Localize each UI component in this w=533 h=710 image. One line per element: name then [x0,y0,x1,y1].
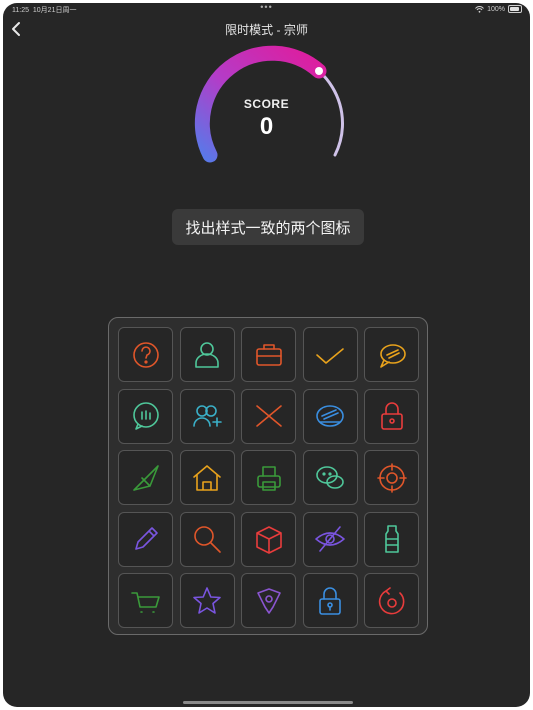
paper-plane-icon [132,464,159,491]
icon-tile[interactable] [118,573,173,628]
printer-icon [256,465,281,491]
package-icon [255,526,282,554]
wifi-icon [475,5,484,13]
bottle-icon [384,525,399,553]
info-chat-icon [132,402,159,430]
icon-tile[interactable] [118,327,173,382]
icon-tile[interactable] [302,573,358,628]
instruction-box: 找出样式一致的两个图标 [172,209,364,245]
icon-tile[interactable] [302,511,358,567]
status-bar: 11:25 10月21日周一 ••• 100% [3,3,530,15]
magnifier-icon [194,526,221,553]
icon-tile[interactable] [118,450,173,505]
icon-grid [108,317,428,635]
icon-tile[interactable] [118,511,173,567]
icon-tile[interactable] [302,450,358,505]
user-icon [195,341,219,368]
add-user-icon [193,405,222,427]
icon-tile[interactable] [179,450,235,505]
score-value: 0 [259,113,274,140]
icon-tile[interactable] [364,327,419,382]
home-indicator[interactable] [183,701,353,704]
pencil-icon [134,527,158,550]
icon-tile[interactable] [302,388,358,444]
location-pin-icon [256,587,281,614]
checkmark-icon [316,347,344,364]
icon-tile[interactable] [241,573,296,628]
star-icon [193,586,221,614]
gauge-knob [315,67,323,75]
icon-tile[interactable] [179,511,235,567]
multitasking-dots[interactable]: ••• [3,3,530,12]
briefcase-icon [255,343,282,366]
battery-icon [508,5,522,13]
icon-tile[interactable] [241,327,296,382]
house-icon [193,464,221,491]
chat-bubble-icon [379,343,406,368]
wechat-icon [316,465,344,489]
page-title: 限时模式 - 宗师 [225,23,308,37]
icon-tile[interactable] [118,388,173,444]
close-icon [255,405,282,427]
game-screen: 11:25 10月21日周一 ••• 100% 限时模式 - 宗师 SCORE … [3,3,530,707]
gear-refresh-icon [378,586,404,614]
instruction-text: 找出样式一致的两个图标 [185,219,351,237]
status-right: 100% [475,5,522,13]
eye-slash-icon [315,526,345,552]
question-icon [132,341,159,368]
icon-tile[interactable] [241,450,296,505]
icon-tile[interactable] [179,327,235,382]
score-label: SCORE [243,97,290,111]
padlock-open-icon [319,586,341,615]
icon-tile[interactable] [364,450,419,505]
battery-percent: 100% [487,5,505,13]
icon-tile[interactable] [241,388,296,444]
icon-tile[interactable] [302,327,358,382]
target-icon [376,462,407,493]
icon-tile[interactable] [364,511,419,567]
icon-tile[interactable] [179,388,235,444]
cart-icon [130,591,160,613]
icon-tile[interactable] [179,573,235,628]
icon-tile[interactable] [241,511,296,567]
padlock-icon [380,402,403,430]
icon-tile[interactable] [364,573,419,628]
stamp-icon [316,405,344,427]
icon-tile[interactable] [364,388,419,444]
